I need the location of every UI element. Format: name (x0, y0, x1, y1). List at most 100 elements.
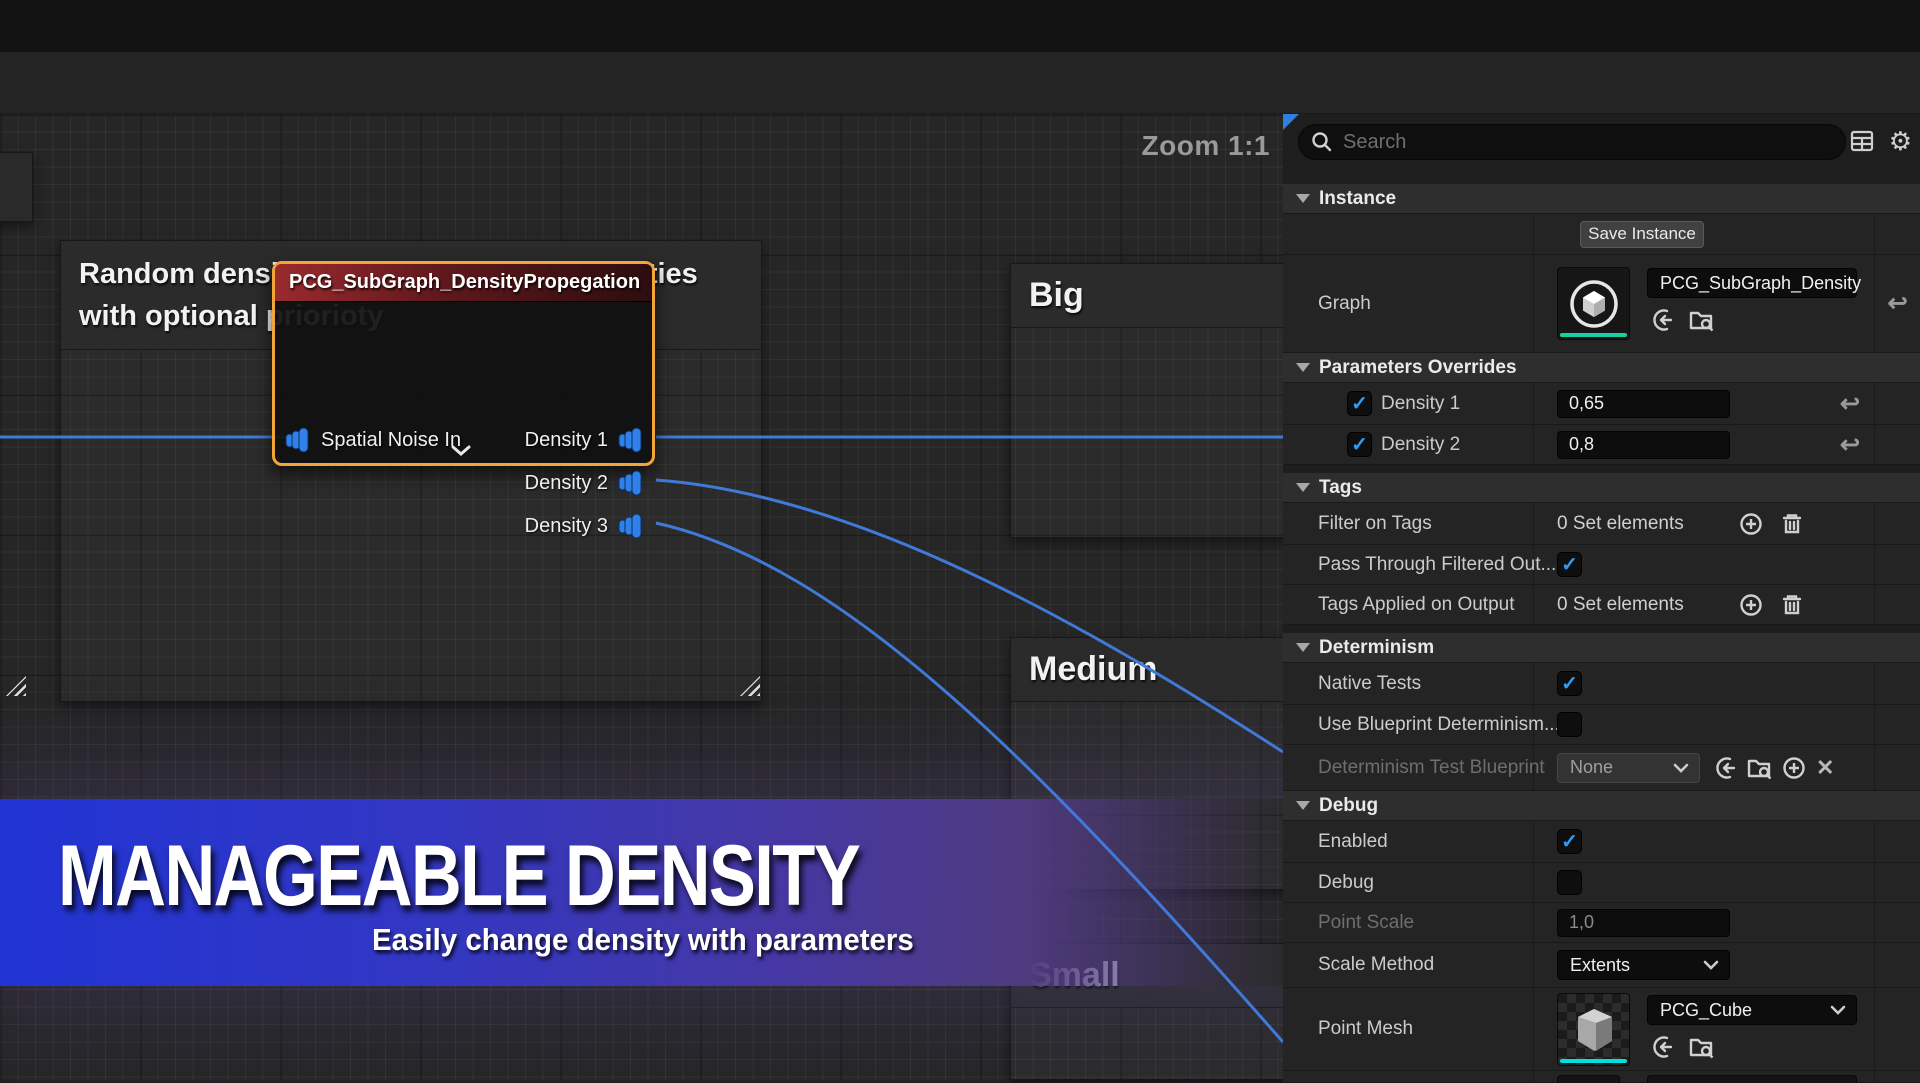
native-tests-checkbox[interactable]: ✓ (1557, 671, 1582, 696)
property-label: Scale Method (1318, 954, 1434, 976)
output-pin-label: Density 1 (525, 429, 608, 452)
add-element-icon[interactable] (1739, 512, 1763, 536)
point-scale-input[interactable]: 1,0 (1557, 909, 1730, 937)
pass-through-checkbox[interactable]: ✓ (1557, 552, 1582, 577)
check-icon: ✓ (1351, 394, 1368, 414)
delete-elements-icon[interactable] (1779, 592, 1805, 618)
input-pin-icon[interactable] (285, 427, 311, 453)
delete-elements-icon[interactable] (1779, 511, 1805, 537)
input-value: 1,0 (1569, 912, 1594, 933)
add-new-asset-icon[interactable] (1782, 756, 1806, 780)
browse-to-asset-icon[interactable] (1688, 307, 1714, 333)
section-header-instance[interactable]: Instance (1283, 184, 1920, 214)
check-icon: ✓ (1561, 832, 1578, 852)
scale-method-dropdown[interactable]: Extents (1557, 950, 1730, 980)
density2-input[interactable]: 0,8 (1557, 431, 1730, 459)
collapse-triangle-icon (1296, 194, 1310, 203)
gear-icon[interactable]: ⚙ (1889, 128, 1912, 154)
reset-to-default-icon[interactable]: ↩ (1840, 430, 1860, 459)
details-panel: Search ⚙ Instance Save Instance Graph (1283, 114, 1920, 1080)
save-instance-button[interactable]: Save Instance (1580, 221, 1704, 248)
point-mesh-thumbnail[interactable] (1557, 993, 1630, 1066)
graph-toolbar (0, 52, 1920, 114)
property-label: Density 2 (1381, 434, 1460, 456)
use-selected-asset-icon[interactable] (1710, 755, 1736, 781)
section-title: Instance (1319, 188, 1396, 210)
output-pin-icon[interactable] (618, 427, 644, 453)
property-label: Density 1 (1381, 393, 1460, 415)
row-density-1: ✓ Density 1 0,65 ↩ (1283, 383, 1920, 425)
check-icon: ✓ (1561, 674, 1578, 694)
search-input[interactable]: Search (1298, 124, 1846, 160)
enabled-checkbox[interactable]: ✓ (1557, 829, 1582, 854)
override-checkbox[interactable]: ✓ (1347, 391, 1372, 416)
section-header-debug[interactable]: Debug (1283, 791, 1920, 821)
dropdown-value: Extents (1570, 955, 1630, 976)
input-pin-label: Spatial Noise In (321, 429, 461, 452)
row-pass-through: Pass Through Filtered Out... ✓ (1283, 545, 1920, 585)
output-pin-label: Density 2 (525, 472, 608, 495)
density1-input[interactable]: 0,65 (1557, 390, 1730, 418)
property-label: Determinism Test Blueprint (1318, 757, 1545, 779)
browse-to-asset-icon[interactable] (1746, 755, 1772, 781)
input-value: 0,8 (1569, 434, 1594, 455)
comment-box-partial[interactable] (0, 152, 33, 222)
node-header[interactable]: PCG_SubGraph_DensityPropegation (275, 264, 652, 302)
graph-asset-dropdown[interactable]: PCG_SubGraph_Density (1647, 268, 1857, 298)
collapse-triangle-icon (1296, 483, 1310, 492)
property-label: Graph (1318, 293, 1371, 315)
graph-asset-thumbnail[interactable] (1557, 267, 1630, 340)
property-label: Tags Applied on Output (1318, 594, 1514, 616)
collapse-triangle-icon (1296, 643, 1310, 652)
row-debug: Debug (1283, 863, 1920, 903)
display-settings-icon[interactable] (1849, 128, 1875, 154)
use-selected-asset-icon[interactable] (1647, 1034, 1673, 1060)
debug-checkbox[interactable] (1557, 870, 1582, 895)
thumbnail-status-underline (1560, 1059, 1627, 1063)
row-graph: Graph PCG_SubGraph_Density (1283, 255, 1920, 353)
banner-subtitle: Easily change density with parameters (372, 922, 914, 958)
chevron-down-icon (1830, 1004, 1846, 1016)
graph-thumbnail-icon (1567, 277, 1621, 331)
row-density-2: ✓ Density 2 0,8 ↩ (1283, 425, 1920, 465)
property-label: Use Blueprint Determinism... (1318, 714, 1560, 736)
node-title: PCG_SubGraph_DensityPropegation (289, 271, 640, 294)
override-checkbox[interactable]: ✓ (1347, 432, 1372, 457)
clear-asset-icon[interactable]: ✕ (1816, 755, 1834, 781)
property-label: Pass Through Filtered Out... (1318, 554, 1556, 576)
row-partial (1283, 1071, 1920, 1083)
mesh-thumbnail-cube (1566, 1001, 1622, 1057)
row-native-tests: Native Tests ✓ (1283, 663, 1920, 705)
test-blueprint-dropdown[interactable]: None (1557, 753, 1700, 783)
property-label: Native Tests (1318, 673, 1421, 695)
browse-to-asset-icon[interactable] (1688, 1034, 1714, 1060)
row-filter-on-tags: Filter on Tags 0 Set elements (1283, 503, 1920, 545)
banner-title: MANAGEABLE DENSITY (58, 827, 859, 926)
point-mesh-dropdown[interactable]: PCG_Cube (1647, 995, 1857, 1025)
property-label: Enabled (1318, 831, 1388, 853)
chevron-down-icon (1673, 762, 1689, 774)
row-use-blueprint-determinism: Use Blueprint Determinism... (1283, 705, 1920, 745)
search-row: Search (1283, 114, 1920, 170)
reset-to-default-icon[interactable]: ↩ (1840, 389, 1860, 418)
comment-title[interactable]: Medium (1011, 638, 1289, 702)
comment-title[interactable]: Big (1011, 264, 1289, 328)
output-pin-icon[interactable] (618, 470, 644, 496)
add-element-icon[interactable] (1739, 593, 1763, 617)
node-collapse-chevron-icon[interactable] (450, 445, 472, 457)
section-header-determinism[interactable]: Determinism (1283, 633, 1920, 663)
blueprint-determinism-checkbox[interactable] (1557, 712, 1582, 737)
reset-to-default-icon[interactable]: ↩ (1887, 289, 1907, 318)
comment-box-big[interactable]: Big (1010, 263, 1290, 538)
section-header-parameters-overrides[interactable]: Parameters Overrides (1283, 353, 1920, 383)
property-label: Point Scale (1318, 912, 1414, 934)
section-header-tags[interactable]: Tags (1283, 473, 1920, 503)
comment-resize-handle[interactable] (6, 676, 26, 696)
output-pin-label: Density 3 (525, 515, 608, 538)
collapse-triangle-icon (1296, 363, 1310, 372)
pcg-subgraph-node[interactable]: PCG_SubGraph_DensityPropegation Spatial … (272, 261, 655, 466)
property-label: Point Mesh (1318, 1018, 1413, 1040)
output-pin-icon[interactable] (618, 513, 644, 539)
set-elements-count: 0 Set elements (1557, 513, 1684, 535)
use-selected-asset-icon[interactable] (1647, 307, 1673, 333)
